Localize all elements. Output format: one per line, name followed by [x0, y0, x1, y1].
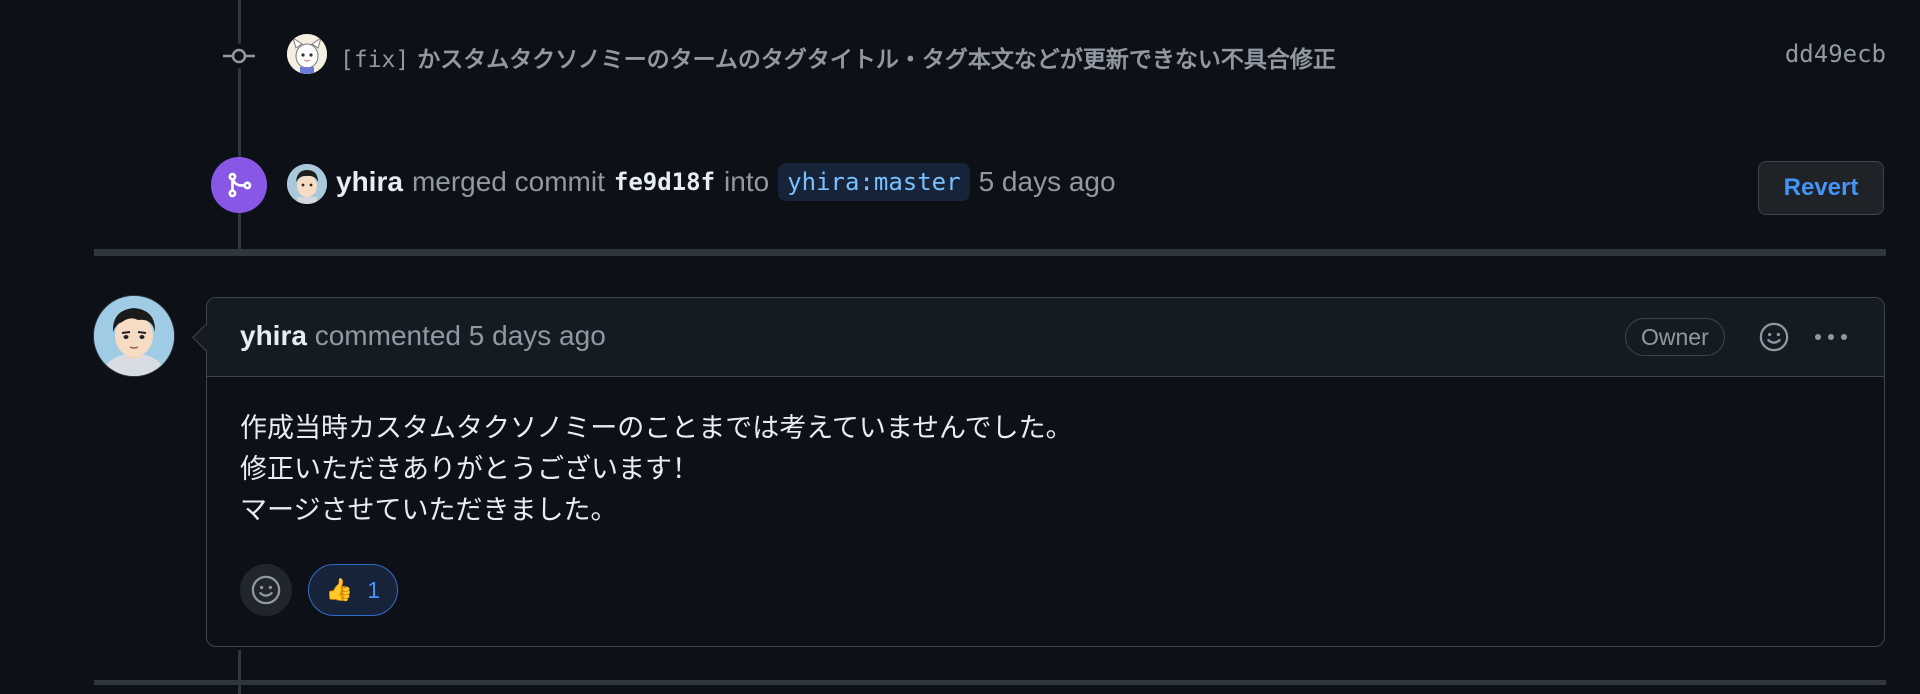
comment-line: 修正いただきありがとうございます！ [240, 454, 699, 485]
merged-commit-label: merged commit [411, 166, 605, 197]
commit-message-text: かスタムタクソノミーのタームのタグタイトル・タグ本文などが更新できない不具合修正 [409, 47, 1336, 73]
commit-sha-link[interactable]: dd49ecb [1785, 40, 1886, 68]
merged-commit-sha-link[interactable]: fe9d18f [614, 168, 715, 196]
merge-author-link[interactable]: yhira [336, 166, 403, 198]
comment-author-link[interactable]: yhira [240, 320, 307, 351]
commit-message-link[interactable]: [fix] かスタムタクソノミーのタームのタグタイトル・タグ本文などが更新できな… [340, 40, 1336, 74]
comment-body: 作成当時カスタムタクソノミーのことまでは考えていませんでした。 修正いただきあり… [240, 408, 1073, 531]
add-reaction-button[interactable] [240, 564, 292, 616]
owner-badge: Owner [1625, 318, 1725, 356]
merge-time[interactable]: 5 days ago [979, 166, 1116, 198]
comment-line: マージさせていただきました。 [240, 495, 618, 526]
revert-button[interactable]: Revert [1758, 161, 1884, 215]
timeline-line [238, 650, 241, 694]
merge-event-text: yhira merged commit fe9d18f into yhira:m… [336, 163, 1116, 201]
smiley-icon [251, 575, 281, 605]
pull-request-timeline: [fix] かスタムタクソノミーのタームのタグタイトル・タグ本文などが更新できな… [0, 0, 1920, 694]
comment-author-avatar[interactable] [93, 295, 175, 377]
thumbs-up-icon: 👍 [325, 577, 354, 602]
kebab-horizontal-icon[interactable] [1811, 319, 1851, 355]
comment-line: 作成当時カスタムタクソノミーのことまでは考えていませんでした。 [240, 413, 1073, 444]
comment-header: yhira commented 5 days ago Owner [207, 298, 1884, 377]
commit-author-avatar[interactable] [287, 34, 327, 74]
thumbs-up-reaction-button[interactable]: 👍 1 [308, 564, 398, 616]
smiley-icon[interactable] [1756, 319, 1792, 355]
comment-header-text: yhira commented 5 days ago [240, 320, 606, 352]
into-label: into [724, 166, 770, 197]
base-branch-label[interactable]: yhira:master [778, 163, 970, 201]
git-merge-icon [211, 157, 267, 213]
comment-timestamp-text[interactable]: commented 5 days ago [307, 320, 606, 351]
merge-author-avatar[interactable] [287, 164, 327, 204]
comment-card: yhira commented 5 days ago Owner 作成当時カスタ… [206, 297, 1885, 647]
timeline-divider [94, 249, 1886, 256]
commit-prefix: [fix] [340, 47, 410, 73]
timeline-divider [94, 680, 1886, 685]
reaction-count: 1 [367, 576, 381, 603]
git-commit-icon [222, 44, 256, 68]
timeline-commit-item: [fix] かスタムタクソノミーのタームのタグタイトル・タグ本文などが更新できな… [0, 0, 1920, 110]
